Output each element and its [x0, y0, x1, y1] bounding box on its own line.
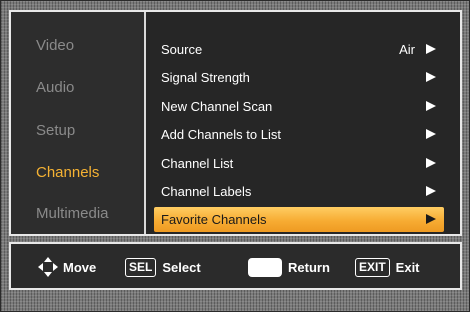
four-way-arrow-icon [38, 257, 58, 277]
right-arrow-icon [426, 158, 436, 168]
legend-return: Return [248, 256, 330, 278]
option-channel-list[interactable]: Channel List [154, 151, 444, 175]
category-audio[interactable]: Audio [36, 79, 74, 96]
option-label: New Channel Scan [161, 99, 273, 114]
legend-move: Move [37, 256, 96, 278]
option-label: Channel Labels [161, 184, 252, 199]
right-arrow-icon [426, 129, 436, 139]
legend-return-label: Return [288, 259, 330, 275]
category-channels[interactable]: Channels [36, 164, 99, 181]
option-label: Favorite Channels [161, 212, 267, 227]
option-new-channel-scan[interactable]: New Channel Scan [154, 94, 444, 118]
category-multimedia[interactable]: Multimedia [36, 205, 109, 222]
category-panel: Video Audio Setup Channels Multimedia [11, 12, 144, 234]
option-signal-strength[interactable]: Signal Strength [154, 65, 444, 89]
legend-select: SEL Select [125, 256, 201, 278]
legend-select-label: Select [162, 259, 201, 275]
legend-exit-label: Exit [395, 259, 420, 275]
legend-exit: EXIT Exit [355, 256, 420, 278]
tv-frame: Video Audio Setup Channels Multimedia So… [0, 0, 470, 312]
category-setup[interactable]: Setup [36, 122, 75, 139]
option-channel-labels[interactable]: Channel Labels [154, 179, 444, 203]
option-favorite-channels[interactable]: Favorite Channels [154, 207, 444, 232]
option-label: Source [161, 42, 203, 57]
menu-body: Video Audio Setup Channels Multimedia So… [9, 10, 462, 236]
option-label: Signal Strength [161, 70, 250, 85]
sel-key: SEL [125, 257, 157, 277]
exit-key: EXIT [355, 257, 390, 277]
option-label: Channel List [161, 156, 234, 171]
right-arrow-icon [426, 72, 436, 82]
options-panel: Source Air Signal Strength New Channel S… [146, 12, 460, 234]
return-key-icon [248, 257, 282, 277]
category-video[interactable]: Video [36, 37, 74, 54]
option-add-channels-to-list[interactable]: Add Channels to List [154, 122, 444, 146]
option-label: Add Channels to List [161, 127, 281, 142]
legend-move-label: Move [63, 259, 97, 275]
option-source[interactable]: Source Air [154, 37, 444, 61]
right-arrow-icon [426, 44, 436, 54]
right-arrow-icon [426, 186, 436, 196]
button-legend-bar: Move SEL Select Return EXIT Exit [9, 242, 462, 290]
option-value: Air [399, 42, 415, 57]
right-arrow-icon [426, 101, 436, 111]
right-arrow-icon [426, 214, 436, 224]
